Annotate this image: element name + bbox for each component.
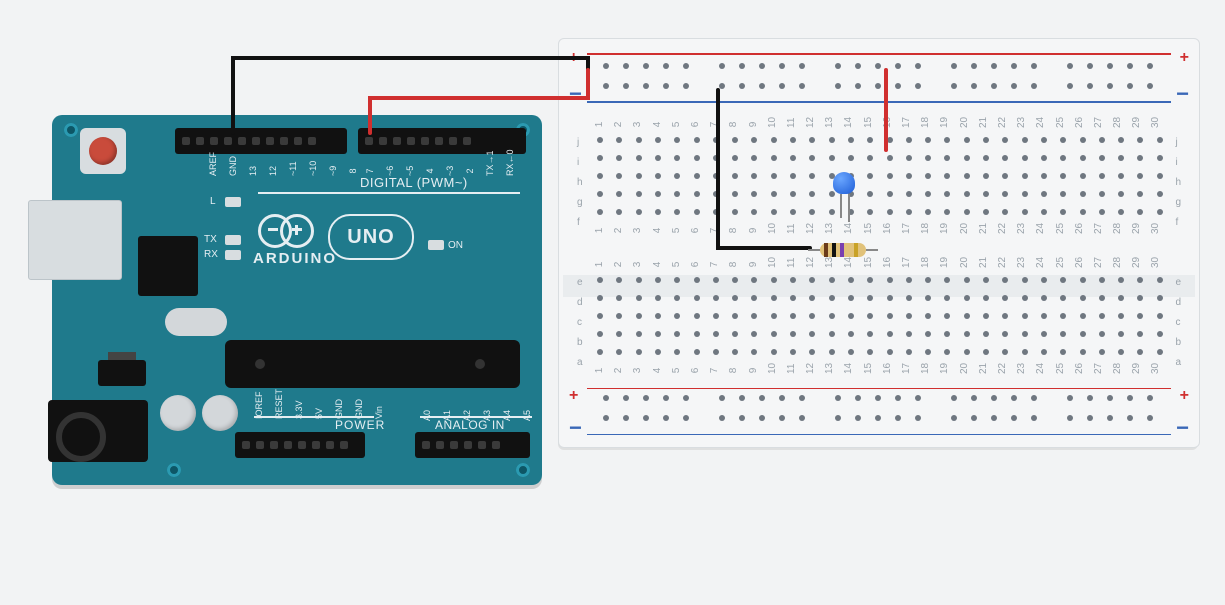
resistor[interactable] [808,243,878,257]
led-cathode-leg [840,194,842,218]
wires-layer [0,0,1225,605]
resistor-band-4 [854,243,858,257]
circuit-canvas[interactable]: UNO ARDUINO L TX RX ON AREFGND1312~11~10… [0,0,1225,605]
resistor-band-3 [840,243,844,257]
led-blue[interactable] [833,172,855,194]
resistor-band-2 [832,243,836,257]
wire-rail-to-resistor [718,90,810,248]
resistor-band-1 [824,243,828,257]
wire-gnd-to-rail [233,58,588,133]
led-anode-leg [848,194,850,222]
wire-d7-to-rail [370,70,588,133]
